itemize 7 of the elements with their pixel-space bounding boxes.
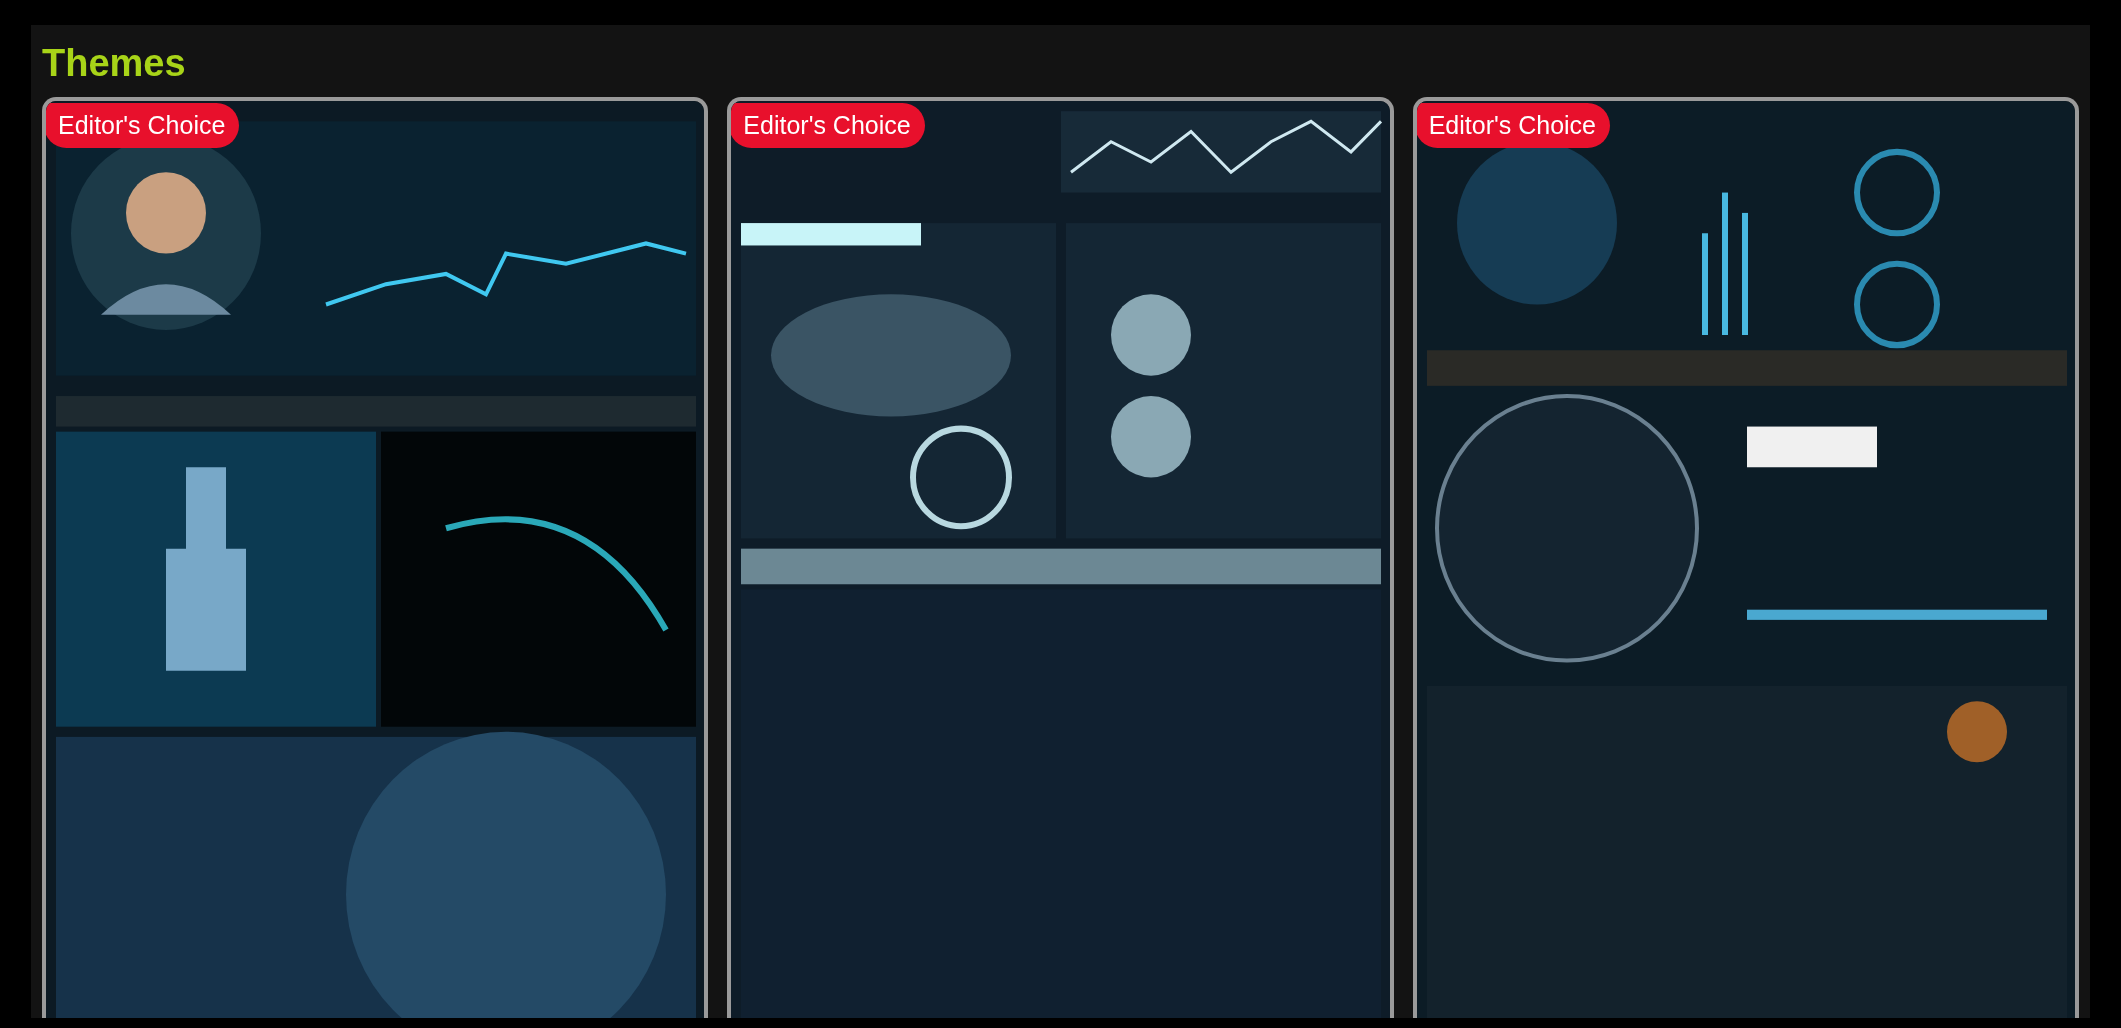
editors-choice-badge: Editor's Choice	[731, 103, 925, 148]
section-title: Themes	[42, 41, 187, 86]
theme-card[interactable]: Editor's Choice	[727, 97, 1394, 1018]
editors-choice-badge: Editor's Choice	[1416, 103, 1610, 148]
editors-choice-badge: Editor's Choice	[46, 103, 240, 148]
theme-card[interactable]: Editor's Choice	[1412, 97, 2079, 1018]
theme-card[interactable]: Editor's Choice	[42, 97, 709, 1018]
